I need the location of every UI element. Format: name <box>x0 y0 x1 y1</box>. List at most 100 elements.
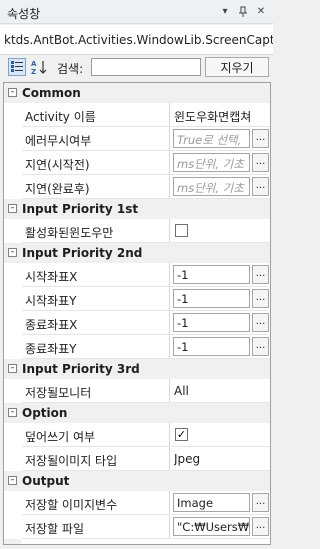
search-label: 검색: <box>57 62 84 76</box>
property-row-image-type[interactable]: 저장될이미지 타입 Jpeg <box>4 447 270 471</box>
monitor-value[interactable]: All <box>174 384 270 398</box>
property-value[interactable]: -1 ... <box>171 263 270 287</box>
pin-icon[interactable] <box>235 3 251 20</box>
property-name: 지연(시작전) <box>22 151 170 175</box>
selected-object-name: ktds.AntBot.Activities.WindowLib.ScreenC… <box>0 25 273 55</box>
collapse-icon[interactable]: - <box>8 88 17 97</box>
property-value[interactable]: "C:₩Users₩u ... <box>171 515 270 539</box>
image-variable-input[interactable]: Image <box>173 493 250 512</box>
collapse-icon[interactable]: - <box>8 364 17 373</box>
category-label: Input Priority 3rd <box>22 362 140 376</box>
property-row-delay-before[interactable]: 지연(시작전) ms단위, 기초 ... <box>4 151 270 175</box>
save-file-input[interactable]: "C:₩Users₩u <box>173 517 250 536</box>
dropdown-icon[interactable]: ▾ <box>217 3 233 20</box>
category-common[interactable]: - Common <box>4 83 270 103</box>
property-name: 활성화된윈도우만 <box>22 219 170 243</box>
category-label: Common <box>22 86 81 100</box>
end-y-input[interactable]: -1 <box>173 337 250 356</box>
category-label: Input Priority 2nd <box>22 246 143 260</box>
panel-titlebar: 속성창 ▾ ✕ <box>0 0 273 24</box>
property-row-error-ignore[interactable]: 에러무시여부 True로 선택, ... <box>4 127 270 151</box>
property-name: 덮어쓰기 여부 <box>22 423 170 447</box>
image-type-value[interactable]: Jpeg <box>174 452 270 466</box>
panel-title: 속성창 <box>7 7 41 21</box>
delay-before-input[interactable]: ms단위, 기초 <box>173 153 250 172</box>
category-input-priority-1st[interactable]: - Input Priority 1st <box>4 199 270 219</box>
collapse-icon[interactable]: - <box>8 408 17 417</box>
ellipsis-button[interactable]: ... <box>252 289 269 308</box>
property-row-monitor[interactable]: 저장될모니터 All <box>4 379 270 403</box>
property-name: Activity 이름 <box>22 103 170 127</box>
category-option[interactable]: - Option <box>4 403 270 423</box>
property-value[interactable]: True로 선택, ... <box>171 127 270 151</box>
sort-az-icon: A Z <box>31 60 47 75</box>
property-value[interactable]: -1 ... <box>171 311 270 335</box>
error-ignore-input[interactable]: True로 선택, <box>173 129 250 148</box>
ellipsis-button[interactable]: ... <box>252 493 269 512</box>
delay-after-input[interactable]: ms단위, 기초 <box>173 177 250 196</box>
overwrite-checkbox[interactable]: ✓ <box>175 428 188 441</box>
activity-name-value[interactable]: 윈도우화면캡쳐 <box>174 108 270 125</box>
end-x-input[interactable]: -1 <box>173 313 250 332</box>
category-label: Input Priority 1st <box>22 202 139 216</box>
category-input-priority-3rd[interactable]: - Input Priority 3rd <box>4 359 270 379</box>
property-row-activity-name[interactable]: Activity 이름 윈도우화면캡쳐 <box>4 103 270 127</box>
category-label: Option <box>22 406 68 420</box>
category-input-priority-2nd[interactable]: - Input Priority 2nd <box>4 243 270 263</box>
collapse-icon[interactable]: - <box>8 204 17 213</box>
categorized-icon <box>10 61 23 72</box>
property-value[interactable]: All <box>171 379 270 403</box>
svg-text:A: A <box>31 60 37 68</box>
property-name: 저장할 이미지변수 <box>22 491 170 515</box>
property-row-image-variable[interactable]: 저장할 이미지변수 Image ... <box>4 491 270 515</box>
categorized-view-button[interactable] <box>8 58 26 76</box>
property-value[interactable]: -1 ... <box>171 287 270 311</box>
property-name: 지연(완료후) <box>22 175 170 199</box>
ellipsis-button[interactable]: ... <box>252 517 269 536</box>
start-x-input[interactable]: -1 <box>173 265 250 284</box>
property-name: 에러무시여부 <box>22 127 170 151</box>
property-name: 저장할 파일 <box>22 515 170 539</box>
property-value[interactable] <box>171 219 270 243</box>
property-grid: - Common Activity 이름 윈도우화면캡쳐 에러무시여부 True… <box>3 82 271 545</box>
ellipsis-button[interactable]: ... <box>252 177 269 196</box>
property-value[interactable]: ms단위, 기초 ... <box>171 175 270 199</box>
collapse-icon[interactable]: - <box>8 476 17 485</box>
svg-text:Z: Z <box>31 68 36 75</box>
property-value[interactable]: ✓ <box>171 423 270 447</box>
property-row-overwrite[interactable]: 덮어쓰기 여부 ✓ <box>4 423 270 447</box>
ellipsis-button[interactable]: ... <box>252 153 269 172</box>
property-row-start-y[interactable]: 시작좌표Y -1 ... <box>4 287 270 311</box>
property-value[interactable]: Image ... <box>171 491 270 515</box>
property-name: 저장될이미지 타입 <box>22 447 170 471</box>
property-value[interactable]: -1 ... <box>171 335 270 359</box>
property-value[interactable]: 윈도우화면캡쳐 <box>171 103 270 127</box>
property-name: 저장될모니터 <box>22 379 170 403</box>
alphabetical-sort-button[interactable]: A Z <box>30 58 48 76</box>
start-y-input[interactable]: -1 <box>173 289 250 308</box>
active-window-checkbox[interactable] <box>175 224 188 237</box>
property-row-save-file[interactable]: 저장할 파일 "C:₩Users₩u ... <box>4 515 270 539</box>
property-name: 종료좌표X <box>22 311 170 335</box>
property-row-end-x[interactable]: 종료좌표X -1 ... <box>4 311 270 335</box>
property-row-active-window[interactable]: 활성화된윈도우만 <box>4 219 270 243</box>
property-value[interactable]: Jpeg <box>171 447 270 471</box>
close-icon[interactable]: ✕ <box>253 3 269 20</box>
collapse-icon[interactable]: - <box>8 248 17 257</box>
category-output[interactable]: - Output <box>4 471 270 491</box>
ellipsis-button[interactable]: ... <box>252 129 269 148</box>
property-row-start-x[interactable]: 시작좌표X -1 ... <box>4 263 270 287</box>
search-input[interactable] <box>91 58 201 76</box>
category-label: Output <box>22 474 70 488</box>
property-value[interactable]: ms단위, 기초 ... <box>171 151 270 175</box>
ellipsis-button[interactable]: ... <box>252 337 269 356</box>
ellipsis-button[interactable]: ... <box>252 265 269 284</box>
property-row-delay-after[interactable]: 지연(완료후) ms단위, 기초 ... <box>4 175 270 199</box>
clear-button[interactable]: 지우기 <box>205 57 269 77</box>
property-name: 시작좌표Y <box>22 287 170 311</box>
ellipsis-button[interactable]: ... <box>252 313 269 332</box>
property-name: 시작좌표X <box>22 263 170 287</box>
property-toolbar: A Z 검색: 지우기 <box>0 55 273 79</box>
property-name: 종료좌표Y <box>22 335 170 359</box>
property-row-end-y[interactable]: 종료좌표Y -1 ... <box>4 335 270 359</box>
